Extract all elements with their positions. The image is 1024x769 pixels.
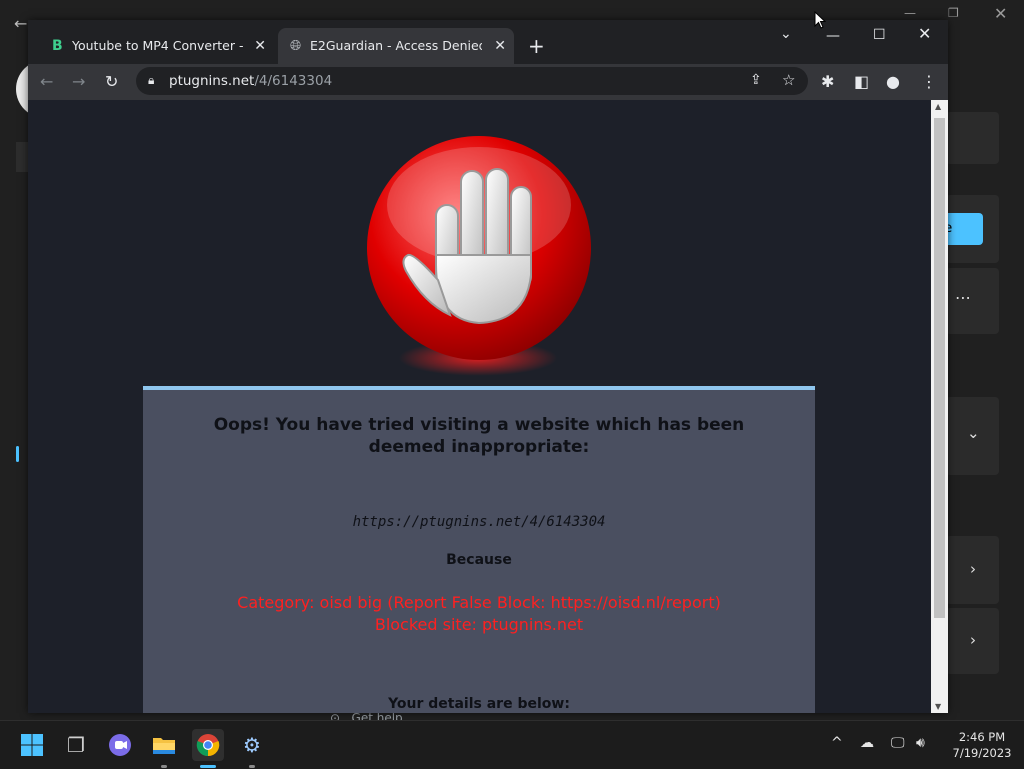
back-arrow-icon[interactable]: ← xyxy=(14,14,27,33)
taskbar: ❐ ⚙ ^ ☁ 🖵︎ 🔊︎ 2:46 PM 7/19/2023 xyxy=(0,720,1024,769)
new-tab-button[interactable]: + xyxy=(528,34,545,58)
scroll-up-arrow-icon[interactable]: ▲ xyxy=(935,102,941,111)
taskbar-clock[interactable]: 2:46 PM 7/19/2023 xyxy=(944,729,1020,761)
browser-window: B Youtube to MP4 Converter - Conv ✕ 🌐︎ E… xyxy=(28,20,948,713)
clock-date: 7/19/2023 xyxy=(952,746,1012,760)
chrome-taskbar-icon[interactable] xyxy=(192,729,224,761)
chevron-down-icon[interactable]: ⌄ xyxy=(967,424,980,442)
tab-search-icon[interactable]: ⌄ xyxy=(780,26,792,42)
blocked-site: Blocked site: ptugnins.net xyxy=(374,615,584,634)
lock-icon[interactable]: 🔒︎ xyxy=(148,73,154,88)
url-path: /4/6143304 xyxy=(254,73,333,89)
page-content: Oops! You have tried visiting a website … xyxy=(28,100,931,713)
clock-time: 2:46 PM xyxy=(958,730,1006,744)
file-explorer-icon[interactable] xyxy=(148,729,180,761)
block-category: Category: oisd big (Report False Block: … xyxy=(237,593,721,612)
scrollbar-thumb[interactable] xyxy=(934,118,945,618)
tab-title: Youtube to MP4 Converter - Conv xyxy=(72,38,244,53)
chevron-right-icon[interactable]: › xyxy=(970,560,976,578)
show-hidden-icons-chevron-icon[interactable]: ^ xyxy=(831,735,843,751)
address-bar[interactable]: 🔒︎ ptugnins.net/4/6143304 ⇪ ☆ xyxy=(136,67,808,95)
cloud-offline-icon[interactable]: ☁ xyxy=(860,735,874,751)
start-windows-icon[interactable] xyxy=(16,729,48,761)
minimize-icon[interactable]: — xyxy=(826,28,840,44)
globe-icon: 🌐︎ xyxy=(290,38,302,54)
bg-more-row xyxy=(946,268,999,334)
more-options-icon[interactable]: ⋯ xyxy=(955,288,971,307)
tab-strip: B Youtube to MP4 Converter - Conv ✕ 🌐︎ E… xyxy=(28,20,948,64)
network-icon[interactable]: 🖵︎ xyxy=(891,735,905,751)
bitdefender-favicon: B xyxy=(52,38,63,54)
block-heading: Oops! You have tried visiting a website … xyxy=(213,415,745,457)
volume-icon[interactable]: 🔊︎ xyxy=(916,735,925,751)
because-label: Because xyxy=(446,552,512,568)
browser-toolbar: ← → ↻ 🔒︎ ptugnins.net/4/6143304 ⇪ ☆ ✱ ◧ … xyxy=(28,64,948,100)
bookmark-star-icon[interactable]: ☆ xyxy=(782,71,795,89)
tab-youtube-converter[interactable]: B Youtube to MP4 Converter - Conv ✕ xyxy=(40,28,274,64)
extensions-icon[interactable]: ✱ xyxy=(821,72,834,92)
forward-icon[interactable]: → xyxy=(72,72,85,92)
tab-access-denied[interactable]: 🌐︎ E2Guardian - Access Denied ✕ xyxy=(278,28,514,64)
bg-maximize-icon[interactable]: ❐ xyxy=(948,6,959,20)
settings-gear-icon[interactable]: ⚙ xyxy=(236,729,268,761)
bg-close-icon[interactable]: ✕ xyxy=(994,4,1007,23)
block-reason: Category: oisd big (Report False Block: … xyxy=(143,592,815,636)
mouse-cursor-icon xyxy=(814,11,826,29)
details-heading: Your details are below: xyxy=(388,696,570,712)
url-host: ptugnins.net xyxy=(169,73,255,89)
chevron-right-icon[interactable]: › xyxy=(970,631,976,649)
scroll-down-arrow-icon[interactable]: ▼ xyxy=(935,702,941,711)
close-tab-icon[interactable]: ✕ xyxy=(254,28,266,64)
bg-card-top xyxy=(946,112,999,164)
bg-nav-indicator xyxy=(16,446,19,462)
block-message-card: Oops! You have tried visiting a website … xyxy=(143,386,815,713)
bg-minimize-icon[interactable]: — xyxy=(904,6,916,20)
teams-chat-icon[interactable] xyxy=(104,729,136,761)
task-view-icon[interactable]: ❐ xyxy=(60,729,92,761)
side-panel-icon[interactable]: ◧ xyxy=(854,72,869,92)
close-window-icon[interactable]: ✕ xyxy=(918,26,931,42)
blocked-url: https://ptugnins.net/4/6143304 xyxy=(352,514,606,530)
menu-icon[interactable]: ⋮ xyxy=(921,72,937,92)
back-icon[interactable]: ← xyxy=(40,72,53,92)
close-tab-icon[interactable]: ✕ xyxy=(494,28,506,64)
reload-icon[interactable]: ↻ xyxy=(105,72,118,92)
stop-hand-icon xyxy=(367,136,591,360)
profile-icon[interactable]: ● xyxy=(886,72,900,92)
tab-title: E2Guardian - Access Denied xyxy=(310,38,482,53)
share-icon[interactable]: ⇪ xyxy=(750,72,762,88)
maximize-icon[interactable]: ☐ xyxy=(873,27,886,43)
